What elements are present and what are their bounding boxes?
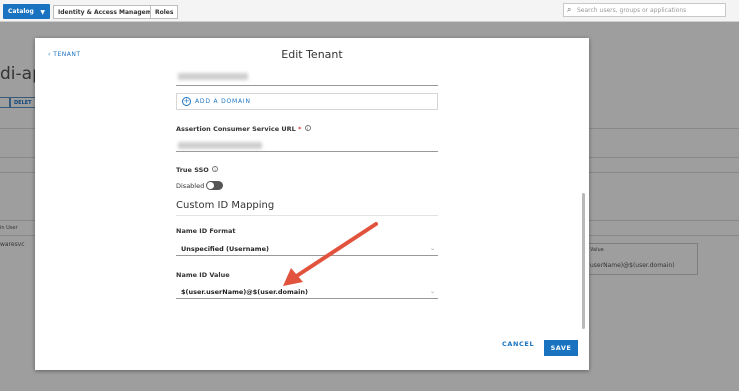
info-icon[interactable]: i bbox=[212, 166, 219, 172]
chevron-down-icon: ▼ bbox=[40, 9, 45, 16]
acs-url-input[interactable] bbox=[176, 138, 438, 152]
modal-title: Edit Tenant bbox=[281, 48, 343, 61]
cancel-button[interactable]: CANCEL bbox=[502, 340, 534, 348]
name-id-value-label: Name ID Value bbox=[176, 271, 230, 279]
required-marker: * bbox=[298, 125, 302, 133]
add-domain-label: ADD A DOMAIN bbox=[195, 98, 251, 105]
true-sso-state: Disabled bbox=[176, 182, 205, 190]
true-sso-label: True SSO i bbox=[176, 166, 219, 174]
add-domain-button[interactable]: + ADD A DOMAIN bbox=[176, 93, 438, 110]
tab-roles[interactable]: Roles bbox=[150, 5, 179, 19]
search-input[interactable]: ⌕ Search users, groups or applications bbox=[563, 3, 726, 17]
search-icon: ⌕ bbox=[567, 5, 572, 14]
name-id-format-label: Name ID Format bbox=[176, 227, 236, 235]
acs-url-label: Assertion Consumer Service URL * i bbox=[176, 125, 311, 133]
name-id-format-select[interactable]: Unspecified (Username) ⌄ bbox=[176, 242, 438, 256]
redacted-field bbox=[176, 73, 438, 86]
add-circle-icon: + bbox=[182, 97, 191, 106]
catalog-dropdown-button[interactable]: Catalog ▼ bbox=[3, 4, 50, 19]
chevron-down-icon: ⌄ bbox=[429, 288, 435, 295]
save-button[interactable]: SAVE bbox=[544, 340, 578, 356]
name-id-value-select[interactable]: $(user.userName)@$(user.domain) ⌄ bbox=[176, 285, 438, 299]
info-icon[interactable]: i bbox=[304, 125, 311, 131]
redacted-value bbox=[178, 142, 262, 149]
true-sso-toggle[interactable] bbox=[206, 181, 223, 190]
top-bar: Catalog ▼ Identity & Access Management R… bbox=[0, 0, 739, 22]
edit-tenant-modal: ‹ TENANT Edit Tenant + ADD A DOMAIN Asse… bbox=[35, 38, 589, 370]
chevron-down-icon: ⌄ bbox=[429, 245, 435, 252]
toggle-knob bbox=[207, 182, 214, 189]
divider bbox=[176, 215, 438, 216]
catalog-label: Catalog bbox=[8, 8, 34, 15]
redacted-value bbox=[178, 73, 248, 80]
modal-scrollbar[interactable] bbox=[582, 193, 585, 329]
custom-id-mapping-title: Custom ID Mapping bbox=[176, 200, 275, 211]
